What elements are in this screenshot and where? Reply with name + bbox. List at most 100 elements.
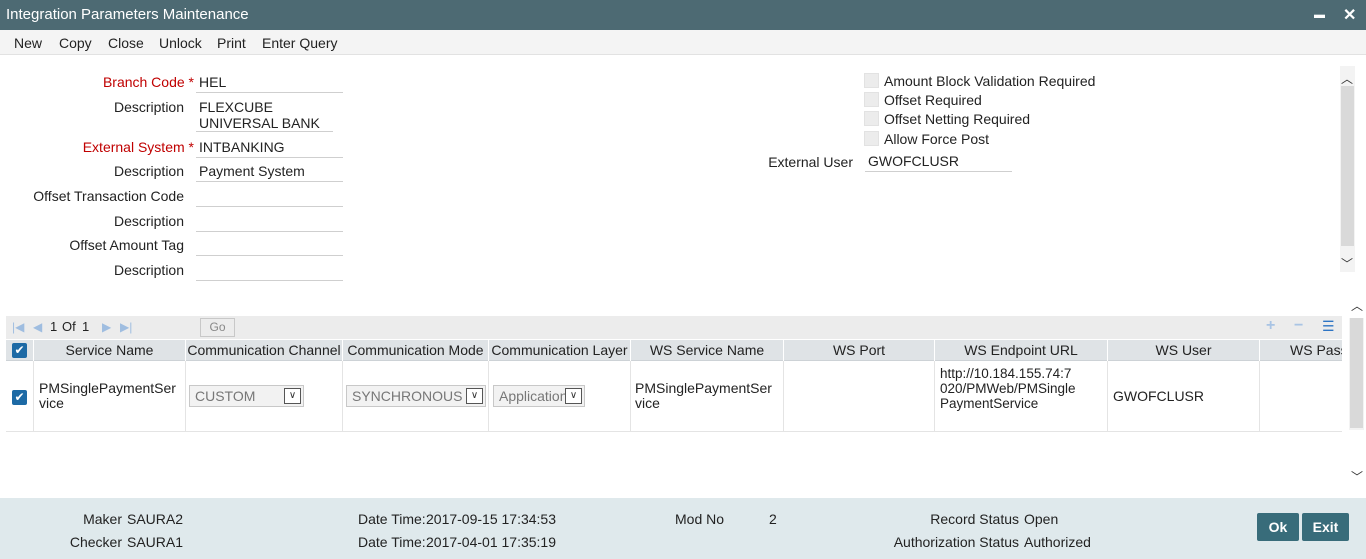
page-of-label: Of: [62, 319, 76, 334]
first-page-icon[interactable]: |◀: [12, 320, 24, 334]
exit-button[interactable]: Exit: [1302, 513, 1349, 541]
communication-channel-value: CUSTOM: [195, 388, 256, 404]
offset-required-checkbox[interactable]: [864, 92, 879, 107]
communication-channel-cell: CUSTOM ∨: [186, 361, 343, 431]
grid-header: ✔ Service Name Communication Channel Com…: [6, 340, 1342, 361]
audit-footer: Maker SAURA2 Checker SAURA1 Date Time: 2…: [0, 498, 1366, 559]
form-scroll-up-icon[interactable]: ︿: [1340, 70, 1354, 87]
communication-layer-select[interactable]: Application ∨: [493, 385, 585, 407]
offset-amount-description-field[interactable]: [196, 262, 343, 281]
header-ws-user[interactable]: WS User: [1108, 340, 1260, 361]
branch-code-field[interactable]: HEL: [196, 74, 343, 93]
ws-endpoint-url-cell: http://10.184.155.74:7 020/PMWeb/PMSingle…: [935, 361, 1108, 431]
header-ws-password[interactable]: WS Pass: [1260, 340, 1342, 361]
ws-endpoint-url-text: http://10.184.155.74:7 020/PMWeb/PMSingle…: [940, 366, 1076, 411]
allow-force-post-label: Allow Force Post: [884, 131, 990, 147]
external-user-label: External User: [768, 154, 853, 170]
amount-block-validation-checkbox[interactable]: [864, 73, 879, 88]
close-icon[interactable]: ✕: [1343, 5, 1356, 25]
form-scrollbar[interactable]: [1340, 66, 1355, 272]
maker-datetime-value: 2017-09-15 17:34:53: [426, 511, 556, 527]
grid-scroll-down-icon[interactable]: ﹀: [1350, 468, 1364, 485]
checker-datetime-label: Date Time:: [358, 534, 426, 550]
row-select-cell[interactable]: ✔: [6, 361, 34, 431]
communication-mode-select[interactable]: SYNCHRONOUS ∨: [346, 385, 486, 407]
chevron-down-icon[interactable]: ∨: [565, 388, 582, 404]
offset-amount-description-label: Description: [113, 262, 184, 278]
ws-user-text: GWOFCLUSR: [1113, 388, 1204, 404]
chevron-down-icon[interactable]: ∨: [466, 388, 483, 404]
header-communication-mode[interactable]: Communication Mode: [343, 340, 489, 361]
communication-mode-cell: SYNCHRONOUS ∨: [343, 361, 489, 431]
header-ws-service-name[interactable]: WS Service Name: [631, 340, 784, 361]
record-status-value: Open: [1024, 511, 1059, 527]
select-all-cell[interactable]: ✔: [6, 340, 34, 361]
row-checkbox[interactable]: ✔: [12, 390, 27, 405]
communication-channel-select[interactable]: CUSTOM ∨: [189, 385, 304, 407]
toolbar: New Copy Close Unlock Print Enter Query: [0, 30, 1366, 55]
ws-port-cell[interactable]: [784, 361, 935, 431]
go-button[interactable]: Go: [200, 318, 235, 337]
new-button[interactable]: New: [14, 35, 42, 51]
authorization-status-value: Authorized: [1024, 534, 1091, 550]
external-user-field[interactable]: GWOFCLUSR: [865, 153, 1012, 172]
header-ws-endpoint-url[interactable]: WS Endpoint URL: [935, 340, 1108, 361]
copy-button[interactable]: Copy: [59, 35, 92, 51]
header-communication-channel[interactable]: Communication Channel: [186, 340, 343, 361]
enter-query-button[interactable]: Enter Query: [262, 35, 337, 51]
external-system-label: External System *: [82, 139, 194, 155]
record-status-label: Record Status: [930, 511, 1019, 527]
next-page-icon[interactable]: ▶: [102, 320, 111, 334]
grid-scroll-up-icon[interactable]: ︿: [1350, 297, 1364, 314]
table-row[interactable]: ✔ PMSinglePaymentSer vice CUSTOM ∨ SYNCHR…: [6, 361, 1342, 432]
window-titlebar: Integration Parameters Maintenance ▬ ✕: [0, 0, 1366, 30]
ok-button[interactable]: Ok: [1257, 513, 1299, 541]
mod-no-value: 2: [769, 511, 777, 527]
offset-required-label: Offset Required: [884, 92, 982, 108]
single-view-icon[interactable]: ☰: [1322, 318, 1335, 335]
mod-no-label: Mod No: [675, 511, 725, 527]
offset-transaction-code-label: Offset Transaction Code: [33, 188, 184, 204]
page-current: 1: [50, 319, 58, 334]
header-communication-layer[interactable]: Communication Layer: [489, 340, 631, 361]
branch-code-label: Branch Code *: [102, 74, 194, 90]
amount-block-validation-label: Amount Block Validation Required: [884, 73, 1096, 89]
communication-mode-value: SYNCHRONOUS: [352, 388, 463, 404]
select-all-checkbox[interactable]: ✔: [12, 343, 27, 358]
form-scrollbar-thumb[interactable]: [1341, 86, 1354, 246]
header-ws-port[interactable]: WS Port: [784, 340, 935, 361]
allow-force-post-checkbox[interactable]: [864, 131, 879, 146]
print-button[interactable]: Print: [217, 35, 246, 51]
last-page-icon[interactable]: ▶|: [120, 320, 132, 334]
external-system-field[interactable]: INTBANKING: [196, 139, 343, 158]
communication-layer-cell: Application ∨: [489, 361, 631, 431]
close-button[interactable]: Close: [108, 35, 144, 51]
authorization-status-label: Authorization Status: [893, 534, 1019, 550]
form-scroll-down-icon[interactable]: ﹀: [1340, 255, 1354, 272]
page-total: 1: [82, 319, 90, 334]
branch-description-label: Description: [113, 99, 184, 115]
remove-row-icon[interactable]: −: [1294, 317, 1303, 335]
header-service-name[interactable]: Service Name: [34, 340, 186, 361]
minimize-icon[interactable]: ▬: [1314, 9, 1325, 21]
branch-description-field[interactable]: FLEXCUBE UNIVERSAL BANK: [196, 99, 333, 132]
checker-value: SAURA1: [127, 534, 184, 550]
chevron-down-icon[interactable]: ∨: [284, 388, 301, 404]
add-row-icon[interactable]: +: [1266, 317, 1275, 335]
grid-scrollbar-thumb[interactable]: [1350, 318, 1363, 428]
offset-transaction-description-field[interactable]: [196, 213, 343, 232]
previous-page-icon[interactable]: ◀: [33, 320, 42, 334]
offset-netting-required-label: Offset Netting Required: [884, 111, 1031, 127]
offset-transaction-description-label: Description: [113, 213, 184, 229]
ws-service-name-text: PMSinglePaymentSer vice: [635, 380, 772, 411]
checker-label: Checker: [69, 534, 122, 550]
communication-layer-value: Application: [499, 388, 568, 404]
unlock-button[interactable]: Unlock: [159, 35, 202, 51]
offset-netting-required-checkbox[interactable]: [864, 111, 879, 126]
service-name-text: PMSinglePaymentSer vice: [39, 380, 176, 411]
service-name-cell: PMSinglePaymentSer vice: [34, 361, 186, 431]
grid-scrollbar[interactable]: [1349, 318, 1364, 430]
offset-transaction-code-field[interactable]: [196, 188, 343, 207]
offset-amount-tag-field[interactable]: [196, 237, 343, 256]
external-description-field[interactable]: Payment System: [196, 163, 343, 182]
